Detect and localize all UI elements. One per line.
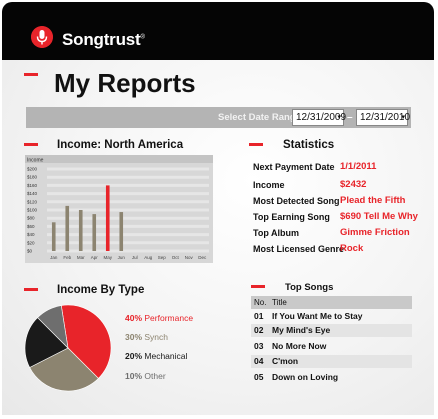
table-row[interactable]: 04 C'mon [251,355,412,368]
legend-percent: 30% [125,332,143,342]
top-songs-header: No. Title [251,296,412,309]
legend-percent: 40% [125,313,143,323]
income-by-type-title: Income By Type [57,284,145,296]
y-tick-label: $160 [27,183,38,188]
table-row[interactable]: 01 If You Want Me to Stay [251,310,412,323]
stat-label: Top Album [253,228,299,238]
x-tick-label: Dec [198,255,207,260]
x-tick-label: Apr [91,255,99,260]
y-tick-label: $20 [27,240,35,245]
bar [78,210,83,251]
bar [65,205,70,251]
section-accent-mark [249,143,263,146]
legend-percent: 20% [125,351,143,361]
y-tick-label: $200 [27,167,38,172]
x-tick-label: Mar [77,255,85,260]
y-tick-label: $180 [27,175,38,180]
y-tick-label: $60 [27,224,35,229]
end-date-select[interactable]: 12/31/2010 ▾ [356,109,410,126]
app-window: Songtrust® My Reports Select Date Range:… [0,0,438,419]
column-header-no: No. [254,298,267,307]
statistics-title: Statistics [283,139,335,151]
song-title: My Mind's Eye [272,325,331,335]
bar [119,212,124,251]
legend-name: Synch [144,332,169,342]
song-title: If You Want Me to Stay [272,311,363,321]
legend-percent: 10% [125,371,143,381]
x-tick-label: Sep [158,255,167,260]
x-tick-label: Oct [172,255,180,260]
legend-name: Other [144,371,166,381]
bar [105,185,110,251]
legend-name: Mechanical [144,351,188,361]
date-range-separator: – [347,112,353,123]
stat-value: Plead the Fifth [340,195,406,206]
stat-value: $690 Tell Me Why [340,211,418,222]
header-bar: Songtrust® [2,2,434,60]
legend-synch: 30% Synch [125,332,168,342]
table-row[interactable]: 03 No More Now [251,340,412,353]
stat-value: $2432 [340,179,367,190]
title-accent-mark [24,73,38,76]
song-title: C'mon [272,356,299,366]
page-title: My Reports [54,68,196,98]
start-date-select[interactable]: 12/31/2009 ▾ [292,109,346,126]
y-tick-label: $100 [27,208,38,213]
legend-other: 10% Other [125,371,166,381]
stat-label: Most Detected Song [253,196,340,206]
y-tick-label: $40 [27,232,35,237]
song-title: No More Now [272,341,327,351]
x-tick-label: Feb [63,255,71,260]
legend-name: Performance [144,313,194,323]
x-tick-label: Jun [118,255,126,260]
song-number: 01 [254,311,264,321]
income-bar-chart: Income $200 $180 $160 $140 $120 $100 $80 $60 $40 $… [25,155,213,263]
stat-value: 1/1/2011 [340,161,377,172]
y-tick-label: $80 [27,216,35,221]
bar [92,214,97,251]
chart-title: Income [27,158,44,164]
song-number: 05 [254,372,264,382]
y-tick-label: $120 [27,199,38,204]
section-accent-mark [24,143,38,146]
microphone-logo-icon [31,26,53,48]
section-accent-mark [251,285,265,288]
stat-value: Gimme Friction [340,227,410,238]
stat-label: Top Earning Song [253,212,330,222]
stat-label: Income [253,180,285,190]
stat-value: Rock [340,243,364,254]
y-tick-label: $0 [27,249,33,254]
x-tick-label: May [103,255,112,260]
song-number: 02 [254,325,264,335]
bar [51,222,56,251]
legend-mechanical: 20% Mechanical [125,351,187,361]
table-row[interactable]: 05 Down on Loving [251,371,412,384]
stat-label: Next Payment Date [253,162,335,172]
x-tick-label: Jan [50,255,58,260]
chevron-down-icon: ▾ [401,114,405,121]
income-pie-chart [24,304,112,392]
legend-performance: 40% Performance [125,313,193,323]
brand-name[interactable]: Songtrust® [62,30,145,50]
x-tick-label: Jul [132,255,138,260]
song-number: 04 [254,356,264,366]
chevron-down-icon: ▾ [337,114,341,121]
column-header-title: Title [272,298,287,307]
top-songs-title: Top Songs [285,282,334,293]
y-tick-label: $140 [27,191,38,196]
table-row[interactable]: 02 My Mind's Eye [251,324,412,337]
chart-title-band [25,155,213,163]
section-accent-mark [24,288,38,291]
song-number: 03 [254,341,264,351]
x-tick-label: Nov [185,255,194,260]
x-tick-label: Aug [144,255,153,260]
income-bar-chart-svg: Income $200 $180 $160 $140 $120 $100 $80 $60 $40 $… [25,155,213,260]
song-title: Down on Loving [272,372,339,382]
stat-label: Most Licensed Genre [253,244,345,254]
income-region-title: Income: North America [57,139,184,151]
